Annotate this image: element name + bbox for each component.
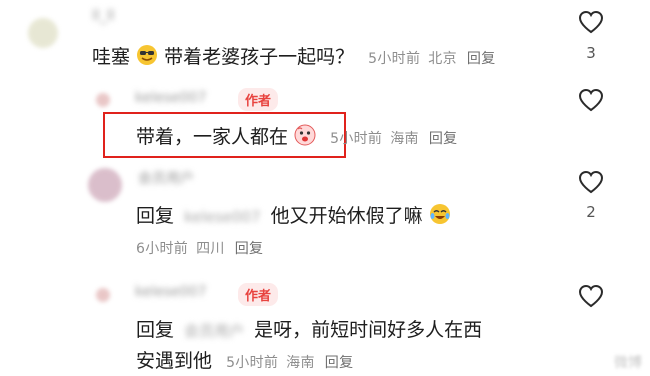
reply-button[interactable]: 回复 xyxy=(467,51,496,67)
username[interactable]: 会员用户 xyxy=(138,168,194,188)
comment-meta: 5小时前 海南 回复 xyxy=(330,131,457,147)
comment-body: 他又开始休假了嘛 xyxy=(270,205,423,227)
sunglasses-smile-emoji-icon xyxy=(137,45,158,65)
crying-face-emoji-icon xyxy=(294,124,316,146)
comment-text: 带着，一家人都在 5小时前 海南 回复 xyxy=(136,122,457,149)
avatar[interactable] xyxy=(96,288,110,302)
username[interactable]: kelese007 xyxy=(135,284,206,300)
comment-meta: 5小时前 海南 回复 xyxy=(226,355,353,371)
reply-button[interactable]: 回复 xyxy=(325,355,354,371)
comment-location: 海南 xyxy=(286,355,315,371)
comment-text-line2: 安遇到他 5小时前 海南 回复 xyxy=(136,346,353,373)
comment-body: 带着，一家人都在 xyxy=(136,126,289,148)
reply-button[interactable]: 回复 xyxy=(235,241,264,257)
comment-text: 哇塞 带着老婆孩子一起吗？ 5小时前 北京 回复 xyxy=(92,42,496,69)
username[interactable]: ll_ll xyxy=(92,8,115,24)
comment-meta: 5小时前 北京 回复 xyxy=(368,51,495,67)
reply-button[interactable]: 回复 xyxy=(429,131,458,147)
watermark: 微博 xyxy=(614,355,642,371)
comment-location: 海南 xyxy=(390,131,419,147)
reply-to-user[interactable]: kelese007 xyxy=(184,208,260,226)
comment-time: 6小时前 xyxy=(136,241,189,257)
comment-location: 北京 xyxy=(428,51,457,67)
heart-icon[interactable] xyxy=(578,284,604,308)
reply-prefix: 回复 xyxy=(136,205,175,227)
comment-body-line2: 安遇到他 xyxy=(136,350,213,372)
reply-prefix: 回复 xyxy=(136,319,175,341)
comment-text-line1: 回复 会员用户 是呀，前短时间好多人在西 xyxy=(136,315,482,342)
username[interactable]: kelese007 xyxy=(135,90,206,106)
comment-time: 5小时前 xyxy=(368,51,421,67)
comment-text-after: 带着老婆孩子一起吗？ xyxy=(164,46,355,68)
heart-icon[interactable] xyxy=(578,170,604,194)
avatar[interactable] xyxy=(96,93,110,107)
avatar[interactable] xyxy=(88,168,122,202)
reply-to-user[interactable]: 会员用户 xyxy=(184,320,244,341)
author-tag: 作者 xyxy=(238,283,279,306)
comment-meta: 6小时前 四川 回复 xyxy=(136,238,263,258)
comment-body-line1: 是呀，前短时间好多人在西 xyxy=(254,319,483,341)
author-tag: 作者 xyxy=(238,88,279,111)
comment-time: 5小时前 xyxy=(330,131,383,147)
crying-laughing-emoji-icon xyxy=(429,204,450,224)
like-count: 3 xyxy=(586,44,596,62)
comment-location: 四川 xyxy=(196,241,225,257)
comment-time: 5小时前 xyxy=(226,355,279,371)
heart-icon[interactable] xyxy=(578,88,604,112)
comment-text: 回复 kelese007 他又开始休假了嘛 xyxy=(136,201,451,228)
comment-text-before: 哇塞 xyxy=(92,46,131,68)
avatar[interactable] xyxy=(28,18,58,48)
heart-icon[interactable] xyxy=(578,10,604,34)
like-count: 2 xyxy=(586,203,596,221)
